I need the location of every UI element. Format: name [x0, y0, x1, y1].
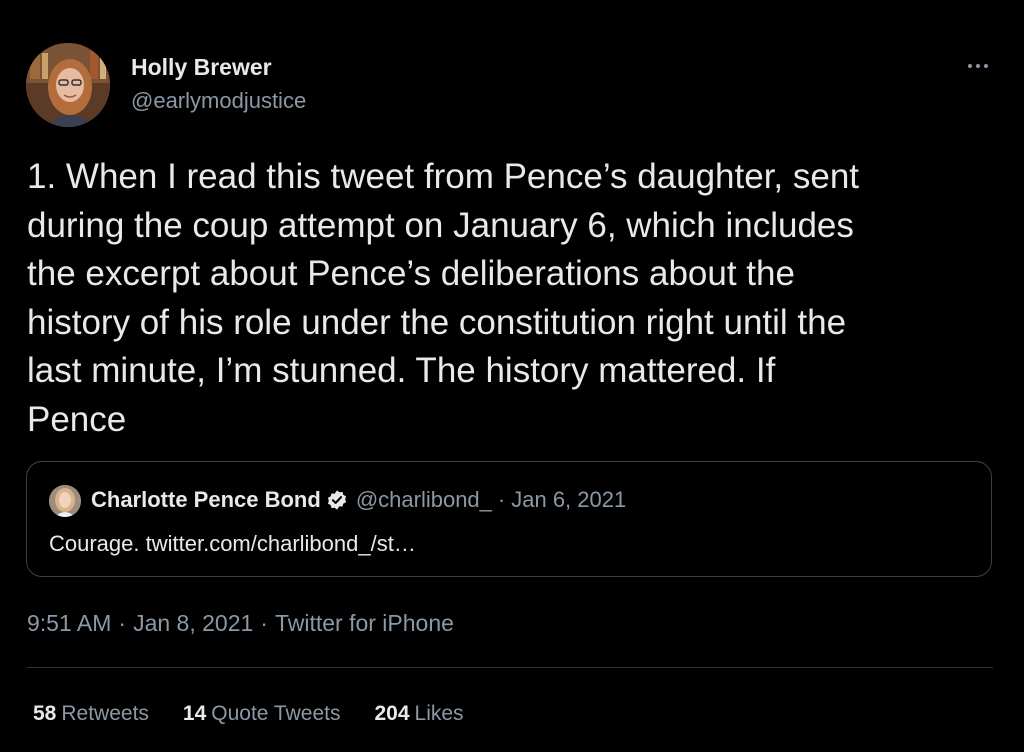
tweet-source[interactable]: Twitter for iPhone: [275, 610, 454, 636]
quoted-author-avatar-image: [49, 485, 81, 517]
quoted-tweet-date[interactable]: Jan 6, 2021: [511, 487, 626, 513]
tweet-detail: Holly Brewer @earlymodjustice 1. When I …: [0, 0, 1024, 752]
quoted-tweet-text: Courage. twitter.com/charlibond_/st…: [49, 531, 416, 556]
quote-tweets-stat[interactable]: 14 Quote Tweets: [183, 702, 341, 726]
quoted-author-handle[interactable]: @charlibond_: [356, 487, 492, 513]
verified-badge-icon: [326, 489, 348, 511]
quoted-tweet-card[interactable]: Charlotte Pence Bond @charlibond_ · Jan …: [26, 461, 992, 577]
tweet-time[interactable]: 9:51 AM: [27, 610, 111, 636]
tweet-date[interactable]: Jan 8, 2021: [133, 610, 253, 636]
meta-separator: ·: [118, 610, 127, 636]
author-avatar-image: [26, 43, 110, 127]
tweet-stats: 58 Retweets 14 Quote Tweets 204 Likes: [33, 702, 498, 726]
retweets-count: 58: [33, 702, 57, 725]
author-handle[interactable]: @earlymodjustice: [131, 88, 306, 114]
quoted-author-avatar[interactable]: [49, 485, 81, 517]
retweets-label: Retweets: [61, 702, 149, 725]
author-avatar[interactable]: [26, 43, 110, 127]
author-name[interactable]: Holly Brewer: [131, 54, 272, 81]
likes-count: 204: [374, 702, 410, 725]
divider: [27, 667, 993, 668]
quote-tweets-label: Quote Tweets: [211, 702, 341, 725]
likes-label: Likes: [414, 702, 464, 725]
tweet-text: 1. When I read this tweet from Pence’s d…: [27, 157, 860, 439]
quoted-tweet-header: Charlotte Pence Bond @charlibond_ · Jan …: [91, 487, 626, 513]
tweet-meta: 9:51 AM · Jan 8, 2021 · Twitter for iPhone: [27, 610, 454, 637]
quote-tweets-count: 14: [182, 702, 207, 725]
likes-stat[interactable]: 204 Likes: [374, 702, 463, 726]
meta-separator: ·: [260, 610, 268, 636]
quoted-author-name[interactable]: Charlotte Pence Bond: [91, 487, 321, 513]
more-horizontal-icon[interactable]: [962, 54, 994, 78]
quoted-header-separator: ·: [497, 487, 506, 512]
retweets-stat[interactable]: 58 Retweets: [33, 702, 149, 726]
